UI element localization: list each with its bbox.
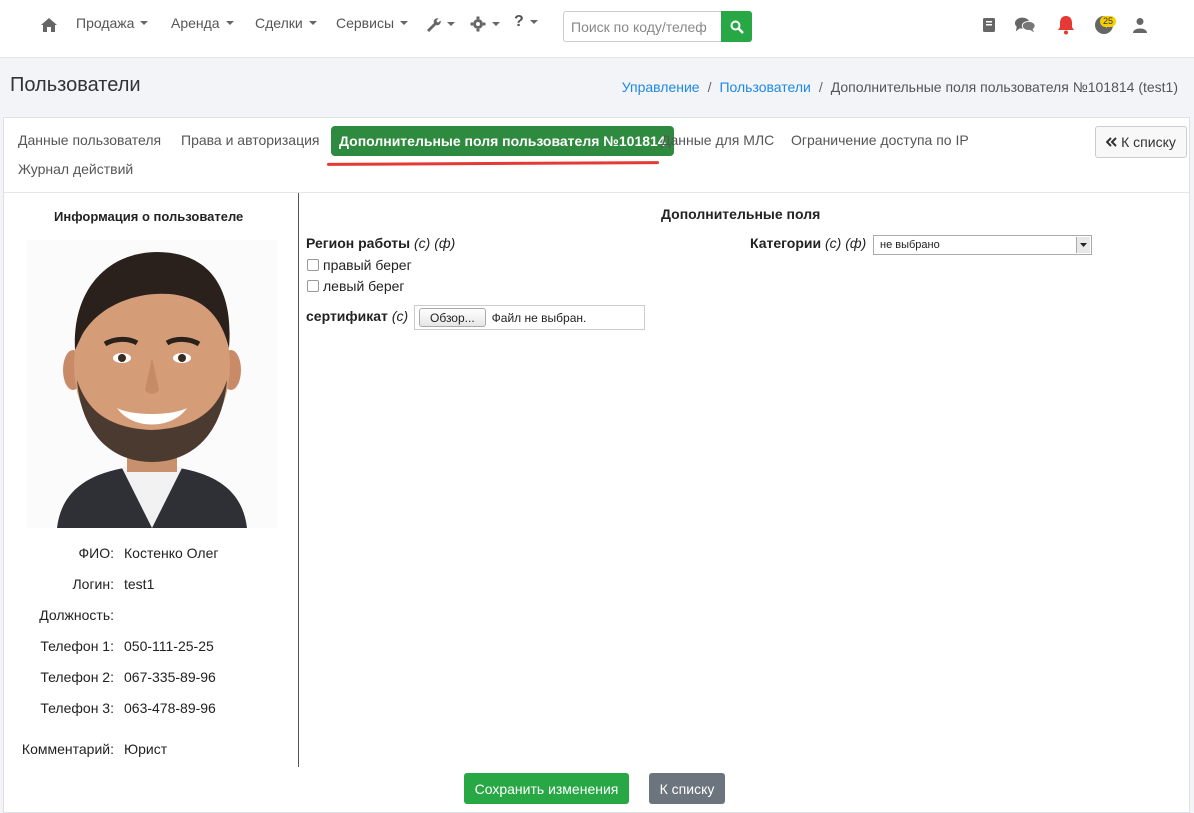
user-photo <box>27 240 277 528</box>
user-info-column: Информация о пользователе ФИО: Костенко … <box>4 193 299 767</box>
search-icon <box>730 20 744 34</box>
chat-icon[interactable] <box>1014 14 1036 36</box>
select-arrow-icon <box>1076 237 1090 253</box>
chevron-down-icon <box>400 21 409 25</box>
category-label: Категории (с) (ф) <box>750 235 866 251</box>
menu-rent[interactable]: Аренда <box>171 15 234 31</box>
phone-2-value: 067-335-89-96 <box>124 669 216 685</box>
tab-permissions[interactable]: Права и авторизация <box>181 132 320 148</box>
book-icon[interactable] <box>978 14 1000 36</box>
left-bank-label: левый берег <box>323 278 405 294</box>
chevron-down-icon <box>140 21 149 25</box>
extra-fields-title: Дополнительные поля <box>661 206 821 222</box>
phone-3-label: Телефон 3: <box>40 700 114 716</box>
search-box <box>563 11 752 42</box>
search-button[interactable] <box>721 11 752 42</box>
right-bank-label: правый берег <box>323 257 412 273</box>
region-option-left-bank[interactable]: левый берег <box>307 278 405 294</box>
login-value: test1 <box>124 576 155 592</box>
chevron-down-icon <box>492 22 500 26</box>
left-bank-checkbox[interactable] <box>307 280 319 292</box>
menu-services-label: Сервисы <box>336 15 395 31</box>
back-to-list-button[interactable]: К списку <box>649 773 725 804</box>
certificate-label: сертификат (с) <box>306 308 408 324</box>
save-changes-button[interactable]: Сохранить изменения <box>464 773 629 804</box>
tab-ip-restriction[interactable]: Ограничение доступа по IP <box>791 132 969 148</box>
menu-sales[interactable]: Продажа <box>76 15 149 31</box>
file-status: Файл не выбран. <box>491 310 587 325</box>
menu-help[interactable]: ? <box>514 13 538 31</box>
category-select[interactable]: не выбрано <box>873 235 1092 255</box>
right-bank-checkbox[interactable] <box>307 259 319 271</box>
top-navbar: Продажа Аренда Сделки Сервисы ? 25 <box>0 0 1194 58</box>
home-icon[interactable] <box>38 14 60 36</box>
phone-2-label: Телефон 2: <box>40 669 114 685</box>
search-input[interactable] <box>563 11 721 42</box>
phone-3-value: 063-478-89-96 <box>124 700 216 716</box>
menu-tools[interactable] <box>425 16 455 32</box>
chevron-down-icon <box>308 21 317 25</box>
breadcrumb-users[interactable]: Пользователи <box>719 79 810 95</box>
notifications-badge: 25 <box>1100 16 1117 27</box>
comment-value: Юрист <box>124 741 168 757</box>
breadcrumb-separator: / <box>818 79 823 95</box>
region-option-right-bank[interactable]: правый берег <box>307 257 412 273</box>
region-label: Регион работы (с) (ф) <box>306 235 455 251</box>
certificate-file-input: Обзор... Файл не выбран. <box>414 305 645 330</box>
menu-rent-label: Аренда <box>171 15 220 31</box>
login-label: Логин: <box>72 576 114 592</box>
tab-extra-fields[interactable]: Дополнительные поля пользователя №101814 <box>331 126 674 156</box>
user-info-title: Информация о пользователе <box>54 209 244 224</box>
tab-action-log[interactable]: Журнал действий <box>18 161 133 177</box>
chevron-down-icon <box>529 20 538 24</box>
browse-button[interactable]: Обзор... <box>419 308 486 327</box>
menu-deals[interactable]: Сделки <box>255 15 317 31</box>
phone-1-value: 050-111-25-25 <box>124 638 214 654</box>
menu-deals-label: Сделки <box>255 15 303 31</box>
wrench-icon <box>427 18 441 32</box>
breadcrumb-current: Дополнительные поля пользователя №101814… <box>830 79 1178 95</box>
region-flags: (с) (ф) <box>414 235 456 251</box>
highlight-underline <box>326 161 660 166</box>
menu-sales-label: Продажа <box>76 15 135 31</box>
position-label: Должность: <box>39 607 114 623</box>
user-icon[interactable] <box>1129 14 1151 36</box>
breadcrumb-separator: / <box>707 79 712 95</box>
category-label-text: Категории <box>750 235 822 251</box>
back-to-list-label: К списку <box>1121 134 1176 150</box>
certificate-label-text: сертификат <box>306 308 388 324</box>
help-icon: ? <box>514 13 524 30</box>
back-to-list-button-top[interactable]: К списку <box>1095 126 1187 158</box>
double-chevron-left-icon <box>1106 137 1117 147</box>
category-flags: (с) (ф) <box>825 235 867 251</box>
certificate-flags: (с) <box>391 308 409 324</box>
region-label-text: Регион работы <box>306 235 411 251</box>
tab-mls-data[interactable]: Данные для МЛС <box>661 132 774 148</box>
bell-icon[interactable] <box>1055 14 1077 36</box>
gear-icon <box>470 16 486 32</box>
fullname-label: ФИО: <box>78 545 115 561</box>
category-select-value: не выбрано <box>880 239 940 251</box>
breadcrumb: Управление / Пользователи / Дополнительн… <box>622 79 1178 95</box>
menu-services[interactable]: Сервисы <box>336 15 409 31</box>
fullname-value: Костенко Олег <box>124 545 219 561</box>
main-panel: Данные пользователя Права и авторизация … <box>3 117 1190 813</box>
menu-settings[interactable] <box>470 16 500 32</box>
page-title: Пользователи <box>10 74 141 96</box>
comment-label: Комментарий: <box>21 741 114 757</box>
chevron-down-icon <box>225 21 234 25</box>
tab-user-data[interactable]: Данные пользователя <box>18 132 161 148</box>
breadcrumb-management[interactable]: Управление <box>622 79 700 95</box>
phone-1-label: Телефон 1: <box>40 638 114 654</box>
chevron-down-icon <box>447 22 455 26</box>
